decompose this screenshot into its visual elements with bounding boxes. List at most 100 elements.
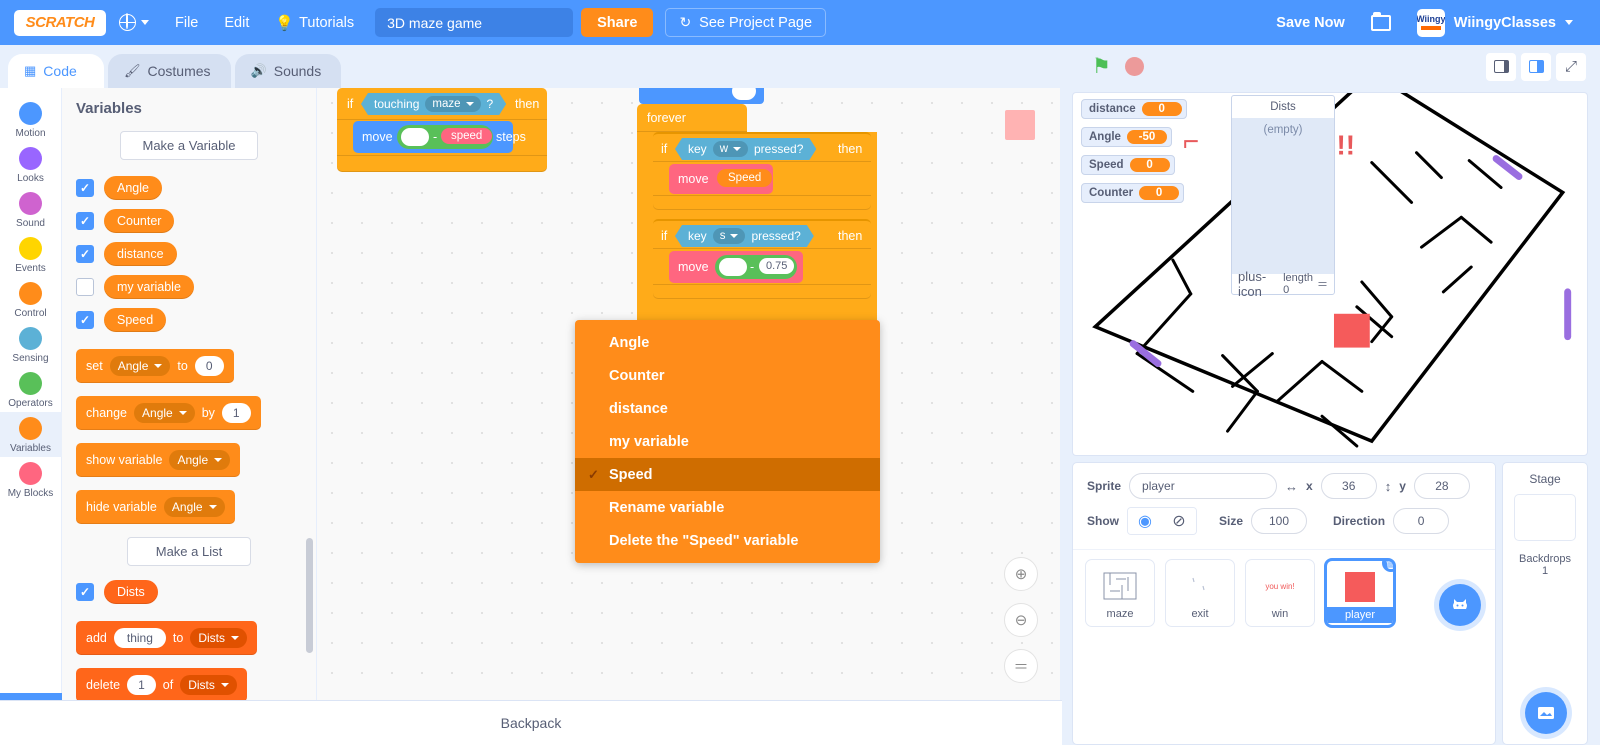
ctxmenu-item-rename-variable[interactable]: Rename variable — [575, 491, 880, 524]
subtract-operator-block[interactable]: - speed — [397, 125, 493, 149]
category-my-blocks[interactable]: My Blocks — [0, 457, 62, 502]
block-show-variable[interactable]: show variable Angle — [76, 443, 241, 477]
sprite-size-input[interactable] — [1251, 508, 1308, 534]
account-menu[interactable]: Wiingy WiingyClasses — [1404, 0, 1586, 45]
ctxmenu-item-angle[interactable]: Angle — [575, 326, 880, 359]
category-control[interactable]: Control — [0, 277, 62, 322]
variable-block-distance[interactable]: distance — [104, 242, 177, 266]
block-add-to-list[interactable]: add thing to Dists — [76, 621, 257, 655]
block-delete-of-list[interactable]: delete 1 of Dists — [76, 668, 247, 702]
sprite-card-exit[interactable]: exit — [1165, 559, 1235, 627]
palette-scrollbar[interactable] — [306, 538, 313, 653]
category-looks[interactable]: Looks — [0, 142, 62, 187]
touching-block[interactable]: touching maze ? — [361, 93, 506, 115]
variable-checkbox-speed[interactable] — [76, 311, 94, 329]
stage-thumbnail[interactable] — [1514, 494, 1576, 541]
category-sound[interactable]: Sound — [0, 187, 62, 232]
fullscreen-icon[interactable]: ⤢ — [1556, 52, 1586, 81]
show-variable-dropdown[interactable]: Angle — [169, 450, 231, 470]
zoom-in-icon[interactable]: ⊕ — [1004, 557, 1038, 591]
code-workspace[interactable]: if touching maze ? then move - speed ste… — [317, 88, 1060, 745]
sprite-card-maze[interactable]: maze — [1085, 559, 1155, 627]
plus-icon[interactable]: plus-icon — [1238, 269, 1283, 299]
touching-target-dropdown[interactable]: maze — [425, 96, 480, 112]
move-speed-block[interactable]: move Speed — [669, 164, 773, 194]
ctxmenu-item-distance[interactable]: distance — [575, 392, 880, 425]
block-change-variable[interactable]: change Angle by 1 — [76, 396, 261, 430]
variable-block-my-variable[interactable]: my variable — [104, 275, 194, 299]
variable-block-counter[interactable]: Counter — [104, 209, 175, 233]
ctxmenu-item-delete-variable[interactable]: Delete the "Speed" variable — [575, 524, 880, 557]
variable-context-menu[interactable]: Angle Counter distance my variable Speed… — [575, 320, 880, 563]
key-pressed-block-w[interactable]: key w pressed? — [675, 138, 816, 160]
move2-value-input[interactable]: 0.75 — [759, 258, 795, 274]
scratch-logo[interactable]: SCRATCH — [14, 9, 106, 36]
category-events[interactable]: Events — [0, 232, 62, 277]
variable-checkbox-angle[interactable] — [76, 179, 94, 197]
category-operators[interactable]: Operators — [0, 367, 62, 412]
sprite-name-input[interactable] — [1129, 473, 1278, 499]
block-palette[interactable]: Variables Make a Variable Angle Counter … — [62, 88, 317, 745]
set-value-input[interactable]: 0 — [194, 356, 224, 376]
zoom-out-icon[interactable]: ⊖ — [1004, 603, 1038, 637]
minus-left-input[interactable] — [401, 128, 429, 146]
my-stuff-button[interactable] — [1358, 0, 1404, 45]
variable-block-speed[interactable]: Speed — [104, 308, 167, 332]
monitor-angle[interactable]: Angle -50 — [1081, 127, 1172, 147]
stage[interactable]: ⌐ N!!! distance 0 Angle -50 Speed 0 Coun… — [1072, 92, 1588, 456]
partial-top-input[interactable] — [732, 88, 756, 100]
hide-variable-dropdown[interactable]: Angle — [163, 497, 225, 517]
sprite-card-win[interactable]: you win! win — [1245, 559, 1315, 627]
script-touching-maze[interactable]: if touching maze ? then move - speed ste… — [337, 88, 547, 172]
eye-slash-icon[interactable]: ⊘ — [1162, 508, 1196, 534]
ctxmenu-item-speed[interactable]: Speed — [575, 458, 880, 491]
key-pressed-block-s[interactable]: key s pressed? — [675, 225, 814, 247]
minus2-left-input[interactable] — [719, 258, 747, 276]
large-stage-icon[interactable] — [1521, 52, 1551, 81]
change-value-input[interactable]: 1 — [221, 403, 251, 423]
list-checkbox-dists[interactable] — [76, 583, 94, 601]
block-hide-variable[interactable]: hide variable Angle — [76, 490, 235, 524]
tab-costumes[interactable]: 🖌 Costumes — [108, 54, 231, 88]
ctxmenu-item-counter[interactable]: Counter — [575, 359, 880, 392]
small-stage-icon[interactable] — [1486, 52, 1516, 81]
move-steps-block[interactable]: move - speed steps — [353, 121, 526, 153]
add-list-dropdown[interactable]: Dists — [190, 628, 247, 648]
partial-top-block[interactable] — [639, 88, 764, 104]
monitor-speed[interactable]: Speed 0 — [1081, 155, 1175, 175]
backpack-bar[interactable]: Backpack — [0, 700, 1062, 745]
forever-block-header[interactable]: forever — [637, 104, 747, 132]
share-button[interactable]: Share — [581, 8, 654, 37]
menu-edit[interactable]: Edit — [211, 0, 262, 45]
monitor-list-dists[interactable]: Dists (empty) plus-icon length 0 ＝ — [1231, 95, 1335, 299]
ctxmenu-item-my-variable[interactable]: my variable — [575, 425, 880, 458]
zoom-reset-icon[interactable]: ＝ — [1004, 649, 1038, 683]
list-block-dists[interactable]: Dists — [104, 580, 158, 604]
add-sprite-icon[interactable] — [1439, 584, 1481, 626]
project-title-input[interactable] — [375, 8, 574, 37]
block-set-variable[interactable]: set Angle to 0 — [76, 349, 234, 383]
menu-file[interactable]: File — [162, 0, 211, 45]
key1-dropdown[interactable]: w — [713, 141, 748, 157]
variable-checkbox-my-variable[interactable] — [76, 278, 94, 296]
variable-checkbox-distance[interactable] — [76, 245, 94, 263]
variable-checkbox-counter[interactable] — [76, 212, 94, 230]
delete-list-dropdown[interactable]: Dists — [180, 675, 237, 695]
subtract-operator-block-2[interactable]: - 0.75 — [715, 255, 797, 279]
sprite-y-input[interactable] — [1413, 473, 1470, 499]
delete-index-input[interactable]: 1 — [127, 675, 156, 695]
sprite-card-player[interactable]: player 🗑 — [1325, 559, 1395, 627]
category-motion[interactable]: Motion — [0, 97, 62, 142]
category-variables[interactable]: Variables — [0, 412, 62, 457]
save-now-button[interactable]: Save Now — [1263, 0, 1358, 45]
if-key-w-header[interactable]: if key w pressed? then — [653, 132, 871, 162]
make-a-list-button[interactable]: Make a List — [127, 537, 251, 566]
change-variable-dropdown[interactable]: Angle — [134, 403, 195, 423]
menu-tutorials[interactable]: 💡 Tutorials — [262, 0, 367, 45]
set-variable-dropdown[interactable]: Angle — [109, 356, 171, 376]
sprite-x-input[interactable] — [1320, 473, 1377, 499]
move-negative-block[interactable]: move - 0.75 — [669, 251, 803, 283]
language-selector[interactable] — [106, 0, 162, 45]
monitor-distance[interactable]: distance 0 — [1081, 99, 1187, 119]
category-sensing[interactable]: Sensing — [0, 322, 62, 367]
